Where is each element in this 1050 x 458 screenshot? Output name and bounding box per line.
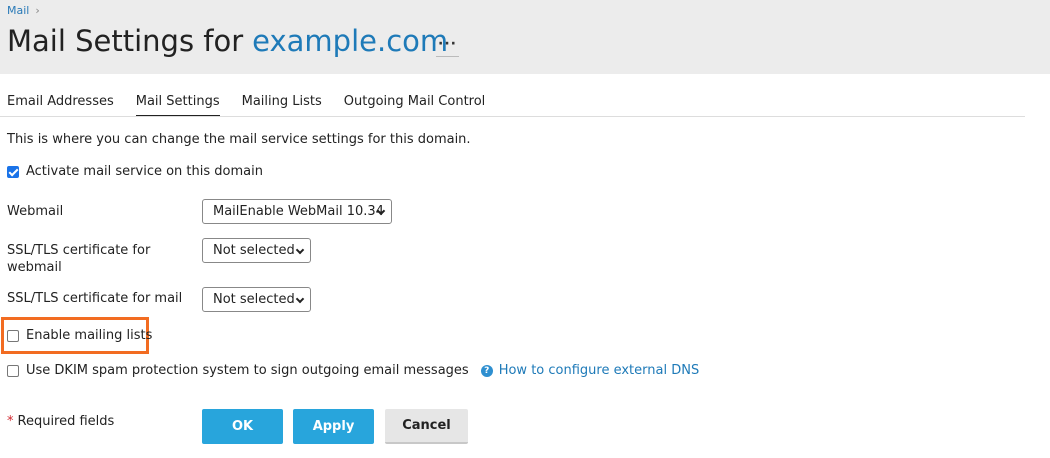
ok-button[interactable]: OK — [202, 409, 283, 444]
webmail-select-value: MailEnable WebMail 10.34 — [213, 204, 384, 219]
page-title: Mail Settings for example.com — [7, 24, 448, 58]
description-text: This is where you can change the mail se… — [7, 132, 471, 147]
mailing-lists-label: Enable mailing lists — [26, 328, 153, 343]
help-icon: ? — [480, 364, 493, 377]
tab-divider — [0, 116, 1025, 117]
activate-mail-row[interactable]: Activate mail service on this domain — [7, 164, 263, 179]
page-title-prefix: Mail Settings for — [7, 24, 244, 58]
dkim-label: Use DKIM spam protection system to sign … — [26, 363, 469, 378]
ssl-webmail-select[interactable]: Not selected — [202, 238, 311, 263]
page-header: Mail › Mail Settings for example.com ··· — [0, 0, 1050, 74]
breadcrumb-mail-link[interactable]: Mail — [7, 4, 29, 17]
dns-help-link[interactable]: How to configure external DNS — [499, 363, 700, 378]
ssl-webmail-select-value: Not selected — [213, 243, 295, 258]
activate-mail-checkbox[interactable] — [7, 165, 19, 178]
tab-outgoing-mail-control[interactable]: Outgoing Mail Control — [344, 94, 486, 117]
dkim-row[interactable]: Use DKIM spam protection system to sign … — [7, 363, 699, 378]
chevron-down-icon — [295, 294, 305, 304]
cancel-button[interactable]: Cancel — [385, 409, 468, 444]
ssl-webmail-label: SSL/TLS certificate for webmail — [7, 243, 151, 275]
ssl-mail-label: SSL/TLS certificate for mail — [7, 291, 183, 306]
tab-bar: Email Addresses Mail Settings Mailing Li… — [7, 94, 485, 117]
ssl-mail-select-value: Not selected — [213, 292, 295, 307]
webmail-label: Webmail — [7, 204, 64, 219]
webmail-select[interactable]: MailEnable WebMail 10.34 — [202, 199, 392, 224]
breadcrumb: Mail › — [7, 4, 40, 17]
mailing-lists-checkbox[interactable] — [7, 329, 19, 342]
activate-mail-label: Activate mail service on this domain — [26, 164, 263, 179]
mailing-lists-row[interactable]: Enable mailing lists — [7, 328, 152, 343]
required-star: * — [7, 414, 14, 429]
required-fields-note: * Required fields — [7, 414, 114, 429]
tab-mailing-lists[interactable]: Mailing Lists — [242, 94, 322, 117]
more-actions-button[interactable]: ··· — [436, 37, 459, 57]
page-title-domain[interactable]: example.com — [252, 24, 448, 58]
required-fields-text: Required fields — [17, 414, 115, 429]
chevron-right-icon: › — [35, 4, 40, 17]
chevron-down-icon — [295, 245, 305, 255]
apply-button[interactable]: Apply — [293, 409, 374, 444]
tab-mail-settings[interactable]: Mail Settings — [135, 94, 220, 117]
tab-email-addresses[interactable]: Email Addresses — [7, 94, 114, 117]
dkim-checkbox[interactable] — [7, 364, 19, 377]
ssl-mail-select[interactable]: Not selected — [202, 287, 311, 312]
